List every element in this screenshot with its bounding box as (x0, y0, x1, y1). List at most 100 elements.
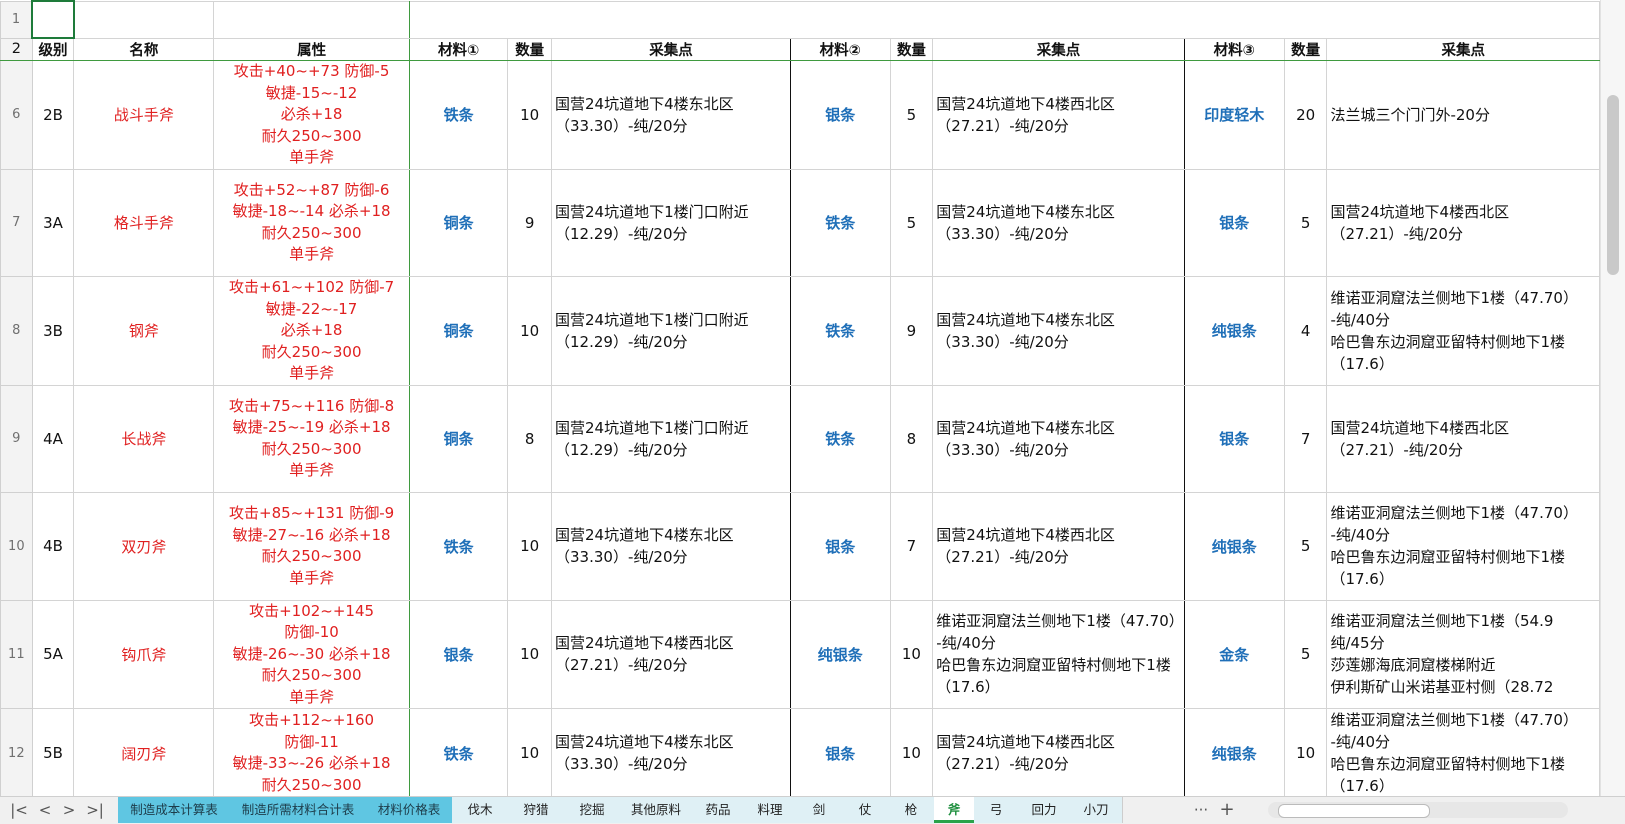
sheet-tab[interactable]: 伐木 (452, 797, 509, 823)
location-1-cell[interactable]: 国营24坑道地下1楼门口附近 （12.29）-纯/20分 (551, 384, 791, 493)
header-level[interactable]: 级别 (31, 37, 75, 61)
location-2-cell[interactable]: 国营24坑道地下4楼东北区 （33.30）-纯/20分 (932, 276, 1185, 386)
material-2-cell[interactable]: 银条 (789, 708, 891, 796)
material-3-cell[interactable]: 纯银条 (1183, 492, 1285, 601)
material-1-cell[interactable]: 铜条 (408, 276, 509, 386)
material-1-cell[interactable]: 铜条 (408, 384, 509, 493)
location-1-cell[interactable]: 国营24坑道地下4楼东北区 （33.30）-纯/20分 (551, 708, 791, 796)
row-header-1[interactable]: 1 (0, 0, 33, 39)
sheet-tab[interactable]: 其他原料 (620, 797, 693, 823)
location-2-cell[interactable]: 国营24坑道地下4楼东北区 （33.30）-纯/20分 (932, 384, 1185, 493)
qty-2-cell[interactable]: 7 (889, 492, 934, 601)
header-qty-1[interactable]: 数量 (507, 37, 553, 61)
selected-cell-b1[interactable] (31, 0, 75, 39)
material-2-cell[interactable]: 纯银条 (789, 599, 891, 709)
material-3-cell[interactable]: 金条 (1183, 599, 1285, 709)
header-location-1[interactable]: 采集点 (551, 37, 791, 61)
material-3-cell[interactable]: 纯银条 (1183, 276, 1285, 386)
name-cell[interactable]: 战斗手斧 (73, 60, 215, 170)
attribute-cell[interactable]: 攻击+102~+145 防御-10 敏捷-26~-30 必杀+18 耐久250~300… (213, 599, 410, 709)
location-3-cell[interactable]: 维诺亚洞窟法兰侧地下1楼（47.70） -纯/40分 哈巴鲁东边洞窟亚留特村侧地下1… (1326, 492, 1600, 601)
sheet-tab[interactable]: 制造成本计算表 (118, 797, 231, 823)
header-location-2[interactable]: 采集点 (932, 37, 1185, 61)
header-qty-2[interactable]: 数量 (889, 37, 934, 61)
sheet-tab[interactable]: 仗 (842, 797, 889, 823)
name-cell[interactable]: 钩爪斧 (73, 599, 215, 709)
name-cell[interactable]: 双刃斧 (73, 492, 215, 601)
row-header[interactable]: 9 (0, 384, 33, 493)
qty-3-cell[interactable]: 4 (1283, 276, 1328, 386)
qty-2-cell[interactable]: 10 (889, 599, 934, 709)
qty-1-cell[interactable]: 10 (507, 60, 553, 170)
material-2-cell[interactable]: 银条 (789, 60, 891, 170)
location-1-cell[interactable]: 国营24坑道地下1楼门口附近 （12.29）-纯/20分 (551, 168, 791, 277)
qty-1-cell[interactable]: 9 (507, 168, 553, 277)
qty-1-cell[interactable]: 10 (507, 492, 553, 601)
name-cell[interactable]: 长战斧 (73, 384, 215, 493)
name-cell[interactable]: 阔刃斧 (73, 708, 215, 796)
prev-sheet-icon[interactable]: < (34, 799, 56, 821)
row-header[interactable]: 11 (0, 599, 33, 709)
qty-3-cell[interactable]: 20 (1283, 60, 1328, 170)
location-2-cell[interactable]: 国营24坑道地下4楼西北区 （27.21）-纯/20分 (932, 708, 1185, 796)
row-header[interactable]: 7 (0, 168, 33, 277)
location-1-cell[interactable]: 国营24坑道地下4楼东北区 （33.30）-纯/20分 (551, 60, 791, 170)
material-1-cell[interactable]: 铁条 (408, 708, 509, 796)
material-2-cell[interactable]: 铁条 (789, 384, 891, 493)
attribute-cell[interactable]: 攻击+75~+116 防御-8 敏捷-25~-19 必杀+18 耐久250~300 单… (213, 384, 410, 493)
sheet-tab[interactable]: 材料价格表 (366, 797, 453, 823)
location-2-cell[interactable]: 国营24坑道地下4楼东北区 （33.30）-纯/20分 (932, 168, 1185, 277)
level-cell[interactable]: 5A (31, 599, 75, 709)
qty-2-cell[interactable]: 8 (889, 384, 934, 493)
material-2-cell[interactable]: 铁条 (789, 168, 891, 277)
row-header[interactable]: 6 (0, 60, 33, 170)
qty-3-cell[interactable]: 10 (1283, 708, 1328, 796)
attribute-cell[interactable]: 攻击+61~+102 防御-7 敏捷-22~-17 必杀+18 耐久250~300 单手… (213, 276, 410, 386)
horizontal-scrollbar[interactable] (1268, 802, 1568, 818)
attribute-cell[interactable]: 攻击+52~+87 防御-6 敏捷-18~-14 必杀+18 耐久250~300 单手… (213, 168, 410, 277)
qty-1-cell[interactable]: 10 (507, 276, 553, 386)
location-3-cell[interactable]: 国营24坑道地下4楼西北区 （27.21）-纯/20分 (1326, 384, 1600, 493)
next-sheet-icon[interactable]: > (58, 799, 80, 821)
sheet-tab[interactable]: 料理 (744, 797, 797, 823)
horizontal-scroll-thumb[interactable] (1278, 804, 1430, 818)
row-header[interactable]: 8 (0, 276, 33, 386)
more-tabs-icon[interactable]: ··· (1190, 799, 1212, 821)
qty-1-cell[interactable]: 10 (507, 708, 553, 796)
material-3-cell[interactable]: 银条 (1183, 168, 1285, 277)
sheet-tab[interactable]: 剑 (796, 797, 843, 823)
location-3-cell[interactable]: 维诺亚洞窟法兰侧地下1楼（47.70） -纯/40分 哈巴鲁东边洞窟亚留特村侧地下1… (1326, 708, 1600, 796)
attribute-cell[interactable]: 攻击+85~+131 防御-9 敏捷-27~-16 必杀+18 耐久250~300 单… (213, 492, 410, 601)
level-cell[interactable]: 4B (31, 492, 75, 601)
level-cell[interactable]: 5B (31, 708, 75, 796)
material-1-cell[interactable]: 铁条 (408, 492, 509, 601)
attribute-cell[interactable]: 攻击+40~+73 防御-5 敏捷-15~-12 必杀+18 耐久250~300 单手斧 (213, 60, 410, 170)
level-cell[interactable]: 2B (31, 60, 75, 170)
qty-2-cell[interactable]: 5 (889, 168, 934, 277)
sheet-tab[interactable]: 斧 (934, 797, 975, 823)
qty-3-cell[interactable]: 5 (1283, 492, 1328, 601)
sheet-tab[interactable]: 挖掘 (564, 797, 621, 823)
level-cell[interactable]: 3B (31, 276, 75, 386)
sheet-tab[interactable]: 狩猎 (508, 797, 565, 823)
location-2-cell[interactable]: 维诺亚洞窟法兰侧地下1楼（47.70） -纯/40分 哈巴鲁东边洞窟亚留特村侧地下1… (932, 599, 1185, 709)
location-3-cell[interactable]: 维诺亚洞窟法兰侧地下1楼（54.9 纯/45分 莎莲娜海底洞窟楼梯附近 伊利斯矿山米诺… (1326, 599, 1600, 709)
header-qty-3[interactable]: 数量 (1283, 37, 1328, 61)
material-3-cell[interactable]: 纯银条 (1183, 708, 1285, 796)
header-material-1[interactable]: 材料① (408, 37, 509, 61)
qty-2-cell[interactable]: 10 (889, 708, 934, 796)
material-3-cell[interactable]: 银条 (1183, 384, 1285, 493)
cell[interactable] (73, 0, 215, 39)
cell[interactable] (213, 0, 410, 39)
header-material-2[interactable]: 材料② (789, 37, 891, 61)
sheet-tab[interactable]: 弓 (974, 797, 1019, 823)
sheet-tab[interactable]: 药品 (692, 797, 745, 823)
header-attr[interactable]: 属性 (213, 37, 410, 61)
sheet-tab[interactable]: 枪 (888, 797, 935, 823)
row-header[interactable]: 12 (0, 708, 33, 796)
qty-2-cell[interactable]: 9 (889, 276, 934, 386)
location-3-cell[interactable]: 维诺亚洞窟法兰侧地下1楼（47.70） -纯/40分 哈巴鲁东边洞窟亚留特村侧地下1… (1326, 276, 1600, 386)
cell[interactable] (408, 0, 1600, 39)
header-location-3[interactable]: 采集点 (1326, 37, 1600, 61)
qty-3-cell[interactable]: 5 (1283, 168, 1328, 277)
